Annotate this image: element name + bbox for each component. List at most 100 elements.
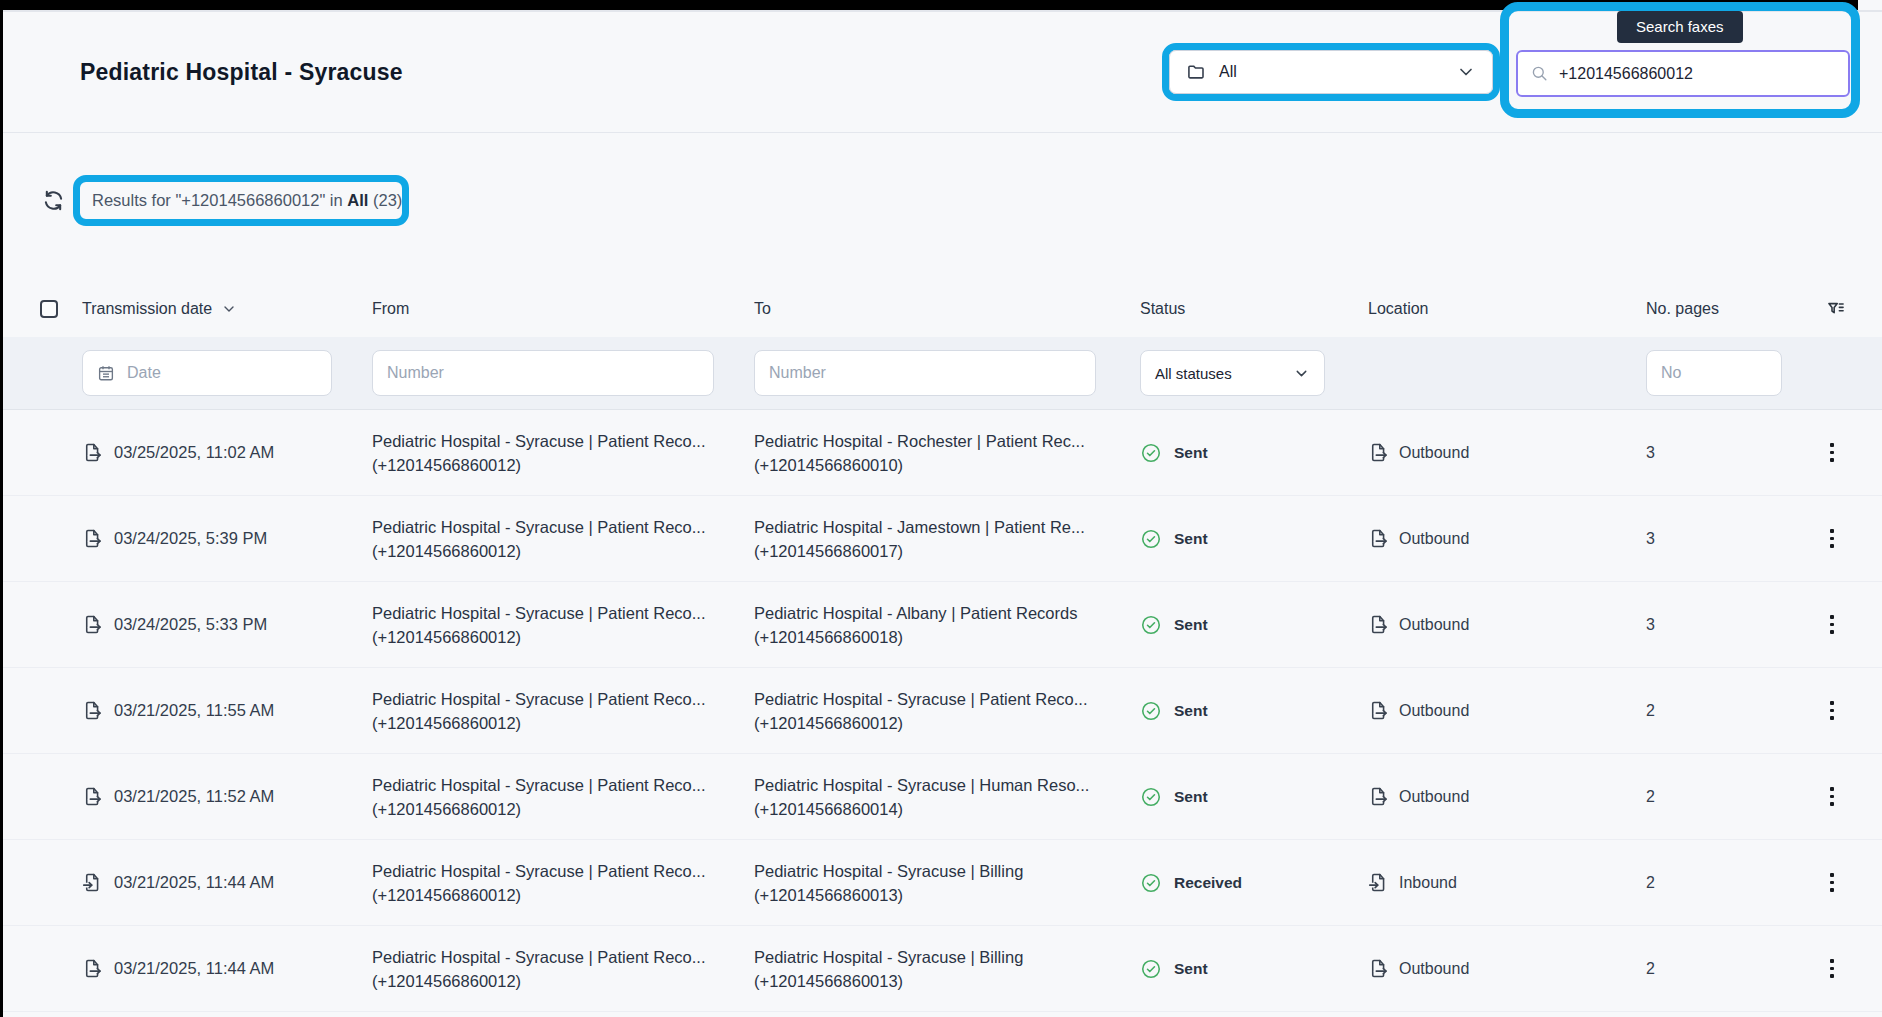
- from-cell: Pediatric Hospital - Syracuse | Patient …: [372, 687, 754, 735]
- row-menu-button[interactable]: [1826, 783, 1838, 809]
- status-cell: Received: [1140, 872, 1368, 894]
- row-menu-button[interactable]: [1826, 439, 1838, 465]
- status-success-icon: [1140, 442, 1162, 464]
- row-menu-button[interactable]: [1826, 869, 1838, 895]
- chevron-down-icon: [1293, 365, 1310, 382]
- transmission-date-cell: 03/21/2025, 11:44 AM: [82, 958, 372, 979]
- search-input[interactable]: +12014566860012: [1516, 50, 1850, 97]
- filter-icon[interactable]: [1826, 299, 1846, 319]
- transmission-date-cell: 03/21/2025, 11:55 AM: [82, 700, 372, 721]
- location-cell: Outbound: [1368, 958, 1646, 979]
- select-all-checkbox[interactable]: [40, 300, 58, 318]
- transmission-date-cell: 03/21/2025, 11:52 AM: [82, 786, 372, 807]
- to-cell: Pediatric Hospital - Rochester | Patient…: [754, 429, 1140, 477]
- outbound-icon: [1368, 442, 1389, 463]
- to-filter-input[interactable]: Number: [754, 350, 1096, 396]
- row-menu-button[interactable]: [1826, 955, 1838, 981]
- inbound-fax-icon: [82, 872, 103, 893]
- transmission-date-cell: 03/24/2025, 5:39 PM: [82, 528, 372, 549]
- row-menu-button[interactable]: [1826, 611, 1838, 637]
- location-cell: Outbound: [1368, 700, 1646, 721]
- status-success-icon: [1140, 958, 1162, 980]
- outbound-icon: [1368, 614, 1389, 635]
- row-menu-button[interactable]: [1826, 697, 1838, 723]
- table-row[interactable]: 03/24/2025, 5:39 PM Pediatric Hospital -…: [0, 496, 1882, 582]
- column-header-to[interactable]: To: [754, 300, 1140, 318]
- from-cell: Pediatric Hospital - Syracuse | Patient …: [372, 429, 754, 477]
- to-cell: Pediatric Hospital - Syracuse | Patient …: [754, 687, 1140, 735]
- status-cell: Sent: [1140, 614, 1368, 636]
- pages-cell: 3: [1646, 444, 1800, 462]
- status-filter-select[interactable]: All statuses: [1140, 350, 1325, 396]
- from-cell: Pediatric Hospital - Syracuse | Patient …: [372, 773, 754, 821]
- status-cell: Sent: [1140, 442, 1368, 464]
- location-cell: Outbound: [1368, 614, 1646, 635]
- status-cell: Sent: [1140, 786, 1368, 808]
- from-filter-input[interactable]: Number: [372, 350, 714, 396]
- outbound-fax-icon: [82, 614, 103, 635]
- table-header-row: Transmission date From To Status Locatio…: [0, 280, 1882, 337]
- column-header-transmission-date[interactable]: Transmission date: [82, 300, 372, 318]
- outbound-fax-icon: [82, 958, 103, 979]
- pages-cell: 2: [1646, 960, 1800, 978]
- location-cell: Inbound: [1368, 872, 1646, 893]
- table-row[interactable]: 03/21/2025, 11:44 AM Pediatric Hospital …: [0, 840, 1882, 926]
- outbound-fax-icon: [82, 700, 103, 721]
- status-filter-value: All statuses: [1155, 365, 1232, 382]
- status-cell: Sent: [1140, 528, 1368, 550]
- date-filter-input[interactable]: Date: [82, 350, 332, 396]
- pages-filter-input[interactable]: No: [1646, 350, 1782, 396]
- chevron-down-icon: [1456, 62, 1476, 82]
- window-left-border: [0, 0, 3, 1017]
- from-filter-placeholder: Number: [387, 364, 444, 382]
- to-cell: Pediatric Hospital - Jamestown | Patient…: [754, 515, 1140, 563]
- from-cell: Pediatric Hospital - Syracuse | Patient …: [372, 515, 754, 563]
- search-icon: [1530, 64, 1549, 83]
- to-cell: Pediatric Hospital - Syracuse | Billing …: [754, 859, 1140, 907]
- calendar-icon: [97, 364, 115, 382]
- location-cell: Outbound: [1368, 528, 1646, 549]
- table-row[interactable]: 03/21/2025, 11:52 AM Pediatric Hospital …: [0, 754, 1882, 840]
- to-cell: Pediatric Hospital - Syracuse | Human Re…: [754, 773, 1140, 821]
- column-header-location[interactable]: Location: [1368, 300, 1646, 318]
- folder-dropdown-highlight: All: [1162, 43, 1500, 101]
- transmission-date-cell: 03/25/2025, 11:02 AM: [82, 442, 372, 463]
- status-success-icon: [1140, 528, 1162, 550]
- pages-cell: 2: [1646, 788, 1800, 806]
- from-cell: Pediatric Hospital - Syracuse | Patient …: [372, 601, 754, 649]
- transmission-date-cell: 03/24/2025, 5:33 PM: [82, 614, 372, 635]
- results-summary: Results for "+12014566860012" in All (23…: [92, 191, 402, 210]
- table-row[interactable]: 03/21/2025, 11:55 AM Pediatric Hospital …: [0, 668, 1882, 754]
- status-cell: Sent: [1140, 958, 1368, 980]
- page-title: Pediatric Hospital - Syracuse: [80, 59, 403, 86]
- table-filter-row: Date Number Number All statuses No: [0, 337, 1882, 410]
- to-cell: Pediatric Hospital - Albany | Patient Re…: [754, 601, 1140, 649]
- status-success-icon: [1140, 872, 1162, 894]
- outbound-icon: [1368, 528, 1389, 549]
- transmission-date-cell: 03/21/2025, 11:44 AM: [82, 872, 372, 893]
- column-header-from[interactable]: From: [372, 300, 754, 318]
- to-cell: Pediatric Hospital - Syracuse | Billing …: [754, 945, 1140, 993]
- folder-dropdown-value: All: [1219, 63, 1237, 81]
- folder-icon: [1186, 62, 1206, 82]
- outbound-icon: [1368, 786, 1389, 807]
- table-row[interactable]: 03/21/2025, 11:44 AM Pediatric Hospital …: [0, 926, 1882, 1012]
- column-header-pages[interactable]: No. pages: [1646, 300, 1800, 318]
- folder-dropdown[interactable]: All: [1169, 50, 1493, 94]
- outbound-icon: [1368, 958, 1389, 979]
- table-row[interactable]: 03/24/2025, 5:33 PM Pediatric Hospital -…: [0, 582, 1882, 668]
- pages-filter-placeholder: No: [1661, 364, 1681, 382]
- outbound-fax-icon: [82, 786, 103, 807]
- column-header-status[interactable]: Status: [1140, 300, 1368, 318]
- pages-cell: 3: [1646, 616, 1800, 634]
- sort-chevron-icon: [221, 301, 237, 317]
- status-success-icon: [1140, 786, 1162, 808]
- refresh-button[interactable]: [41, 188, 67, 214]
- to-filter-placeholder: Number: [769, 364, 826, 382]
- status-success-icon: [1140, 700, 1162, 722]
- outbound-fax-icon: [82, 528, 103, 549]
- table-row[interactable]: 03/25/2025, 11:02 AM Pediatric Hospital …: [0, 410, 1882, 496]
- search-tooltip: Search faxes: [1617, 11, 1743, 43]
- pages-cell: 3: [1646, 530, 1800, 548]
- row-menu-button[interactable]: [1826, 525, 1838, 551]
